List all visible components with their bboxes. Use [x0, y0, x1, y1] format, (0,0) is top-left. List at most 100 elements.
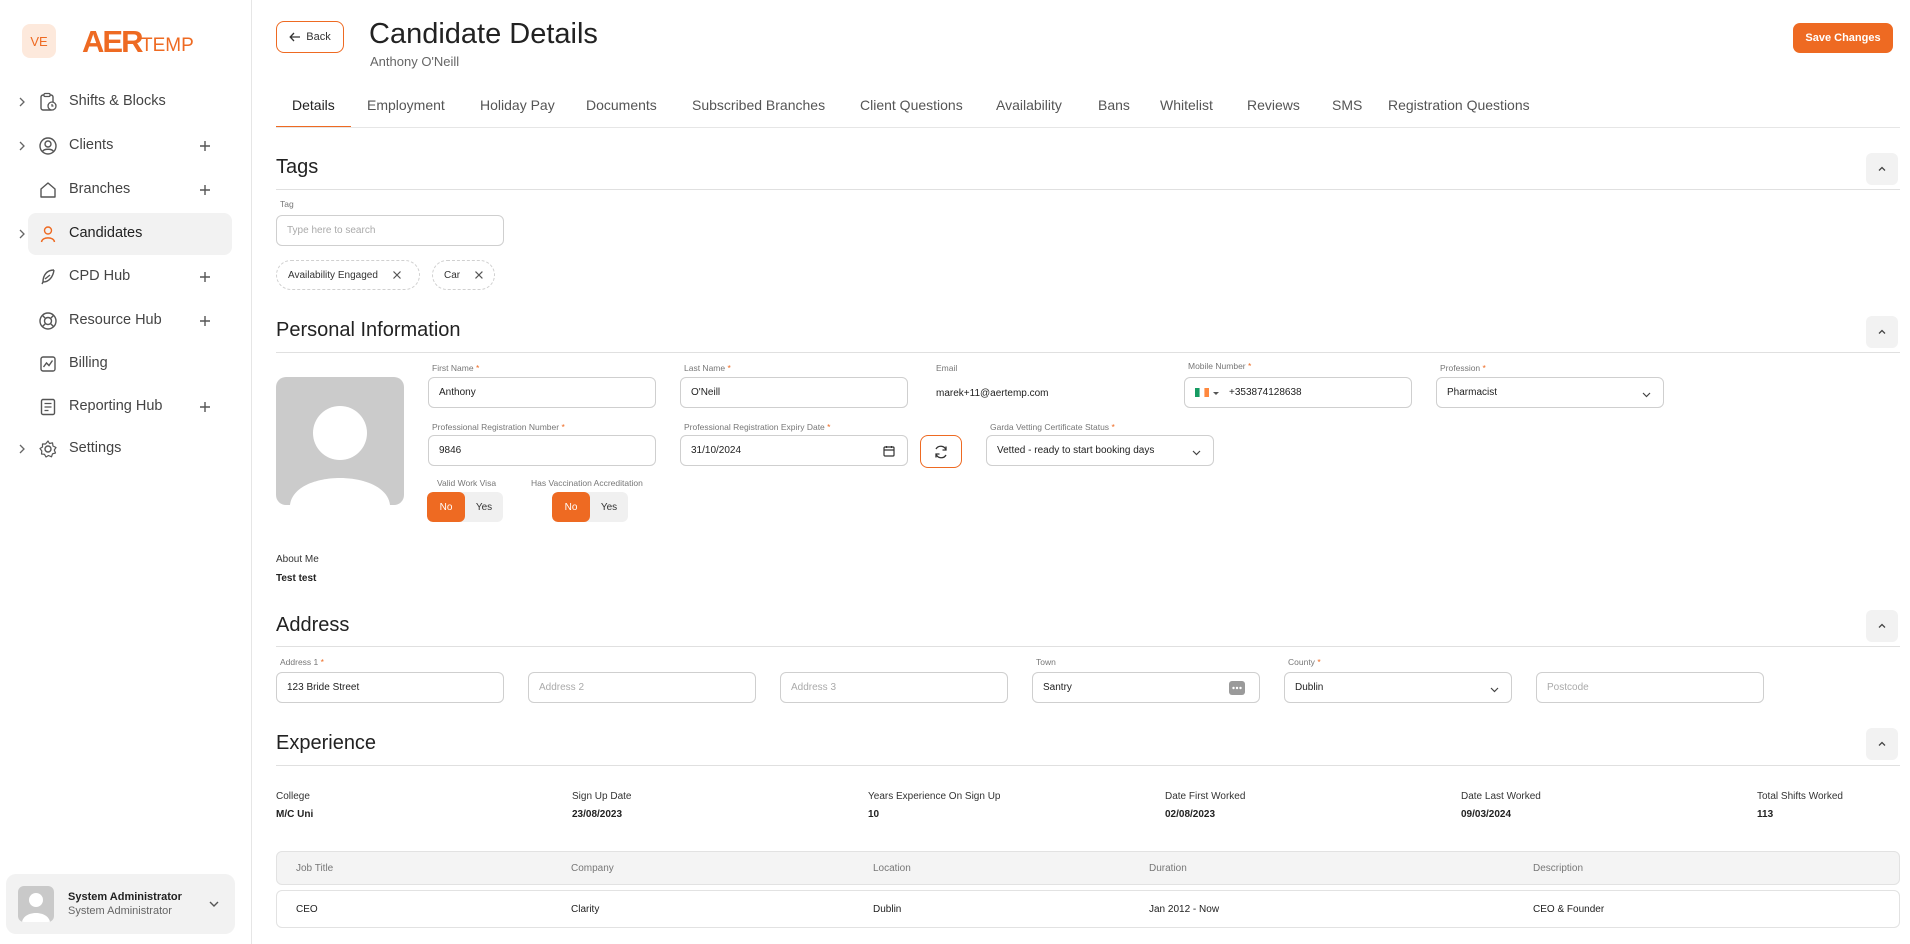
profession-value: Pharmacist	[1447, 387, 1498, 398]
total-shifts-value: 113	[1757, 809, 1774, 820]
back-button[interactable]: Back	[276, 21, 344, 53]
add-branch-plus-icon[interactable]	[198, 183, 212, 197]
more-options-icon[interactable]	[1229, 681, 1245, 695]
chevron-up-icon	[1878, 623, 1886, 628]
sidebar-item-settings[interactable]: Settings	[19, 428, 232, 470]
profession-label: Profession *	[1440, 363, 1486, 373]
calendar-icon[interactable]	[883, 445, 895, 457]
registration-expiry-value: 31/10/2024	[691, 445, 742, 456]
sign-up-date-value: 23/08/2023	[572, 809, 623, 820]
page-title: Candidate Details	[369, 18, 598, 50]
country-dropdown-icon[interactable]	[1212, 389, 1220, 397]
work-visa-yes-button[interactable]: Yes	[465, 492, 503, 522]
svg-text:AER: AER	[82, 24, 143, 58]
address2-input[interactable]	[528, 672, 756, 703]
add-resource-plus-icon[interactable]	[198, 314, 212, 328]
chevron-right-icon[interactable]	[16, 140, 28, 152]
tab-availability[interactable]: Availability	[996, 96, 1062, 128]
add-client-plus-icon[interactable]	[198, 139, 212, 153]
sidebar-item-label: Resource Hub	[69, 312, 162, 328]
column-header-duration: Duration	[1149, 863, 1187, 874]
tab-holiday-pay[interactable]: Holiday Pay	[480, 96, 555, 128]
vaccination-yes-button[interactable]: Yes	[590, 492, 628, 522]
sidebar-item-label: Branches	[69, 181, 131, 197]
remove-tag-icon[interactable]	[392, 270, 402, 280]
address1-label: Address 1 *	[280, 657, 324, 667]
tab-divider	[276, 127, 1900, 128]
address-collapse-button[interactable]	[1866, 610, 1898, 642]
college-label: College	[276, 791, 310, 802]
sidebar-item-label: CPD Hub	[69, 268, 131, 284]
last-name-input[interactable]: O'Neill	[680, 377, 908, 408]
garda-vetting-select[interactable]: Vetted - ready to start booking days	[986, 435, 1214, 466]
arrow-left-icon	[289, 32, 301, 42]
mobile-number-input[interactable]: +353874128638	[1184, 377, 1412, 408]
county-select[interactable]: Dublin	[1284, 672, 1512, 703]
postcode-input[interactable]	[1536, 672, 1764, 703]
candidate-photo[interactable]	[276, 377, 404, 505]
sidebar-item-shifts-blocks[interactable]: Shifts & Blocks	[19, 81, 232, 123]
chevron-right-icon[interactable]	[16, 96, 28, 108]
aertemp-logo[interactable]: AER TEMP	[82, 22, 202, 58]
tab-client-questions[interactable]: Client Questions	[860, 96, 963, 128]
tab-details[interactable]: Details	[292, 96, 335, 128]
chevron-right-icon[interactable]	[16, 443, 28, 455]
sidebar-item-cpd-hub[interactable]: CPD Hub	[28, 256, 232, 298]
sidebar-item-billing[interactable]: Billing	[28, 343, 232, 385]
tab-sms[interactable]: SMS	[1332, 96, 1362, 128]
tab-bans[interactable]: Bans	[1098, 96, 1130, 128]
sidebar-item-candidates[interactable]: Candidates	[19, 213, 232, 255]
sidebar-item-branches[interactable]: Branches	[28, 169, 232, 211]
profession-select[interactable]: Pharmacist	[1436, 377, 1664, 408]
address3-input[interactable]	[780, 672, 1008, 703]
registration-number-input[interactable]: 9846	[428, 435, 656, 466]
workspace-badge[interactable]: VE	[22, 24, 56, 58]
tab-documents[interactable]: Documents	[586, 96, 657, 128]
experience-collapse-button[interactable]	[1866, 728, 1898, 760]
user-menu[interactable]: System Administrator System Administrato…	[6, 874, 235, 934]
chevron-down-icon	[1192, 450, 1201, 456]
add-cpd-plus-icon[interactable]	[198, 270, 212, 284]
sidebar-item-label: Settings	[69, 440, 122, 456]
personal-info-collapse-button[interactable]	[1866, 316, 1898, 348]
tab-employment[interactable]: Employment	[367, 96, 445, 128]
save-changes-button[interactable]: Save Changes	[1793, 23, 1893, 53]
mobile-number-label: Mobile Number *	[1188, 361, 1252, 371]
add-report-plus-icon[interactable]	[198, 400, 212, 414]
sidebar-item-resource-hub[interactable]: Resource Hub	[28, 300, 232, 342]
work-visa-no-button[interactable]: No	[427, 492, 465, 522]
town-input[interactable]: Santry	[1032, 672, 1260, 703]
registration-expiry-label: Professional Registration Expiry Date *	[684, 422, 831, 432]
user-name: System Administrator	[68, 891, 182, 903]
avatar	[18, 886, 54, 922]
chevron-down-icon[interactable]	[208, 898, 220, 910]
tab-registration-questions[interactable]: Registration Questions	[1388, 96, 1530, 128]
vaccination-toggle: No Yes	[552, 492, 628, 522]
tab-reviews[interactable]: Reviews	[1247, 96, 1300, 128]
sidebar-item-clients[interactable]: Clients	[19, 125, 232, 167]
tags-collapse-button[interactable]	[1866, 153, 1898, 185]
vaccination-no-button[interactable]: No	[552, 492, 590, 522]
table-row[interactable]: CEO Clarity Dublin Jan 2012 - Now CEO & …	[276, 890, 1900, 928]
back-button-label: Back	[306, 31, 331, 43]
chevron-right-icon[interactable]	[16, 228, 28, 240]
tag-search-label: Tag	[280, 199, 294, 209]
email-value: marek+11@aertemp.com	[936, 388, 1049, 399]
refresh-registration-button[interactable]	[920, 435, 962, 468]
date-first-worked-label: Date First Worked	[1165, 791, 1246, 802]
college-value: M/C Uni	[276, 809, 314, 820]
tab-whitelist[interactable]: Whitelist	[1160, 96, 1213, 128]
years-experience-value: 10	[868, 809, 880, 820]
registration-number-label: Professional Registration Number *	[432, 422, 565, 432]
tag-search-input[interactable]	[276, 215, 504, 246]
remove-tag-icon[interactable]	[474, 270, 484, 280]
tab-subscribed-branches[interactable]: Subscribed Branches	[692, 96, 825, 128]
first-name-input[interactable]: Anthony	[428, 377, 656, 408]
report-icon	[40, 398, 56, 416]
registration-expiry-input[interactable]: 31/10/2024	[680, 435, 908, 466]
sidebar-item-label: Billing	[69, 355, 108, 371]
cell-job-title: CEO	[296, 904, 318, 915]
sidebar-item-reporting-hub[interactable]: Reporting Hub	[28, 386, 232, 428]
cell-duration: Jan 2012 - Now	[1149, 904, 1220, 915]
address1-input[interactable]: 123 Bride Street	[276, 672, 504, 703]
